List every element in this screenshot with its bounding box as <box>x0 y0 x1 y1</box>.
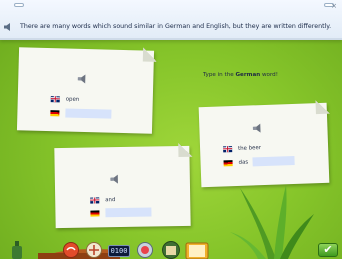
close-icon[interactable]: × <box>330 2 338 10</box>
uk-flag-icon <box>223 145 233 152</box>
sound-icon[interactable] <box>63 242 79 258</box>
mix-icon[interactable] <box>86 242 102 258</box>
german-answer-input[interactable] <box>105 207 152 218</box>
uk-flag-icon <box>50 95 60 102</box>
notebook-icon[interactable] <box>185 242 209 259</box>
game-stage: × There are many words which sound simil… <box>0 0 342 259</box>
german-answer-input[interactable] <box>65 108 112 119</box>
uk-flag-icon <box>90 196 100 204</box>
german-row <box>50 108 112 119</box>
bottle-icon <box>12 241 22 259</box>
german-flag-icon <box>223 159 233 166</box>
speaker-icon[interactable] <box>110 174 122 184</box>
speaker-icon[interactable] <box>77 74 89 84</box>
german-answer-input[interactable] <box>251 155 295 167</box>
english-word: open <box>65 95 80 103</box>
banner-text: There are many words which sound similar… <box>20 23 332 30</box>
card-fold <box>142 47 158 62</box>
word-card-open: open <box>16 47 158 134</box>
instruction-prefix: Type in the <box>203 72 236 78</box>
instruction-suffix: word! <box>260 72 278 78</box>
check-answer-button[interactable]: ✔ <box>318 243 338 257</box>
english-row: and <box>90 195 115 204</box>
german-row: das <box>223 155 295 167</box>
english-row: open <box>50 94 80 104</box>
word-card-and: and <box>54 142 193 229</box>
task-instruction: Type in the German word! <box>203 72 278 78</box>
instruction-banner: × There are many words which sound simil… <box>0 0 342 40</box>
speaker-icon[interactable] <box>3 22 13 32</box>
help-icon[interactable] <box>137 242 153 258</box>
english-row: the beer <box>223 143 261 153</box>
instruction-emphasis: German <box>235 72 261 78</box>
bottom-toolbar <box>0 240 342 259</box>
german-row <box>90 207 152 218</box>
german-article: das <box>238 159 249 166</box>
german-flag-icon <box>50 109 60 116</box>
english-word: and <box>105 196 116 203</box>
card-fold <box>178 142 193 158</box>
speaker-icon[interactable] <box>252 123 264 133</box>
word-card-the-beer: the beer das <box>198 99 330 188</box>
timer-display: 0100 <box>108 245 130 257</box>
card-fold <box>315 99 330 115</box>
english-word: the beer <box>237 144 262 152</box>
german-flag-icon <box>90 209 100 217</box>
banner-ring <box>14 3 24 7</box>
book-icon[interactable] <box>160 241 182 259</box>
